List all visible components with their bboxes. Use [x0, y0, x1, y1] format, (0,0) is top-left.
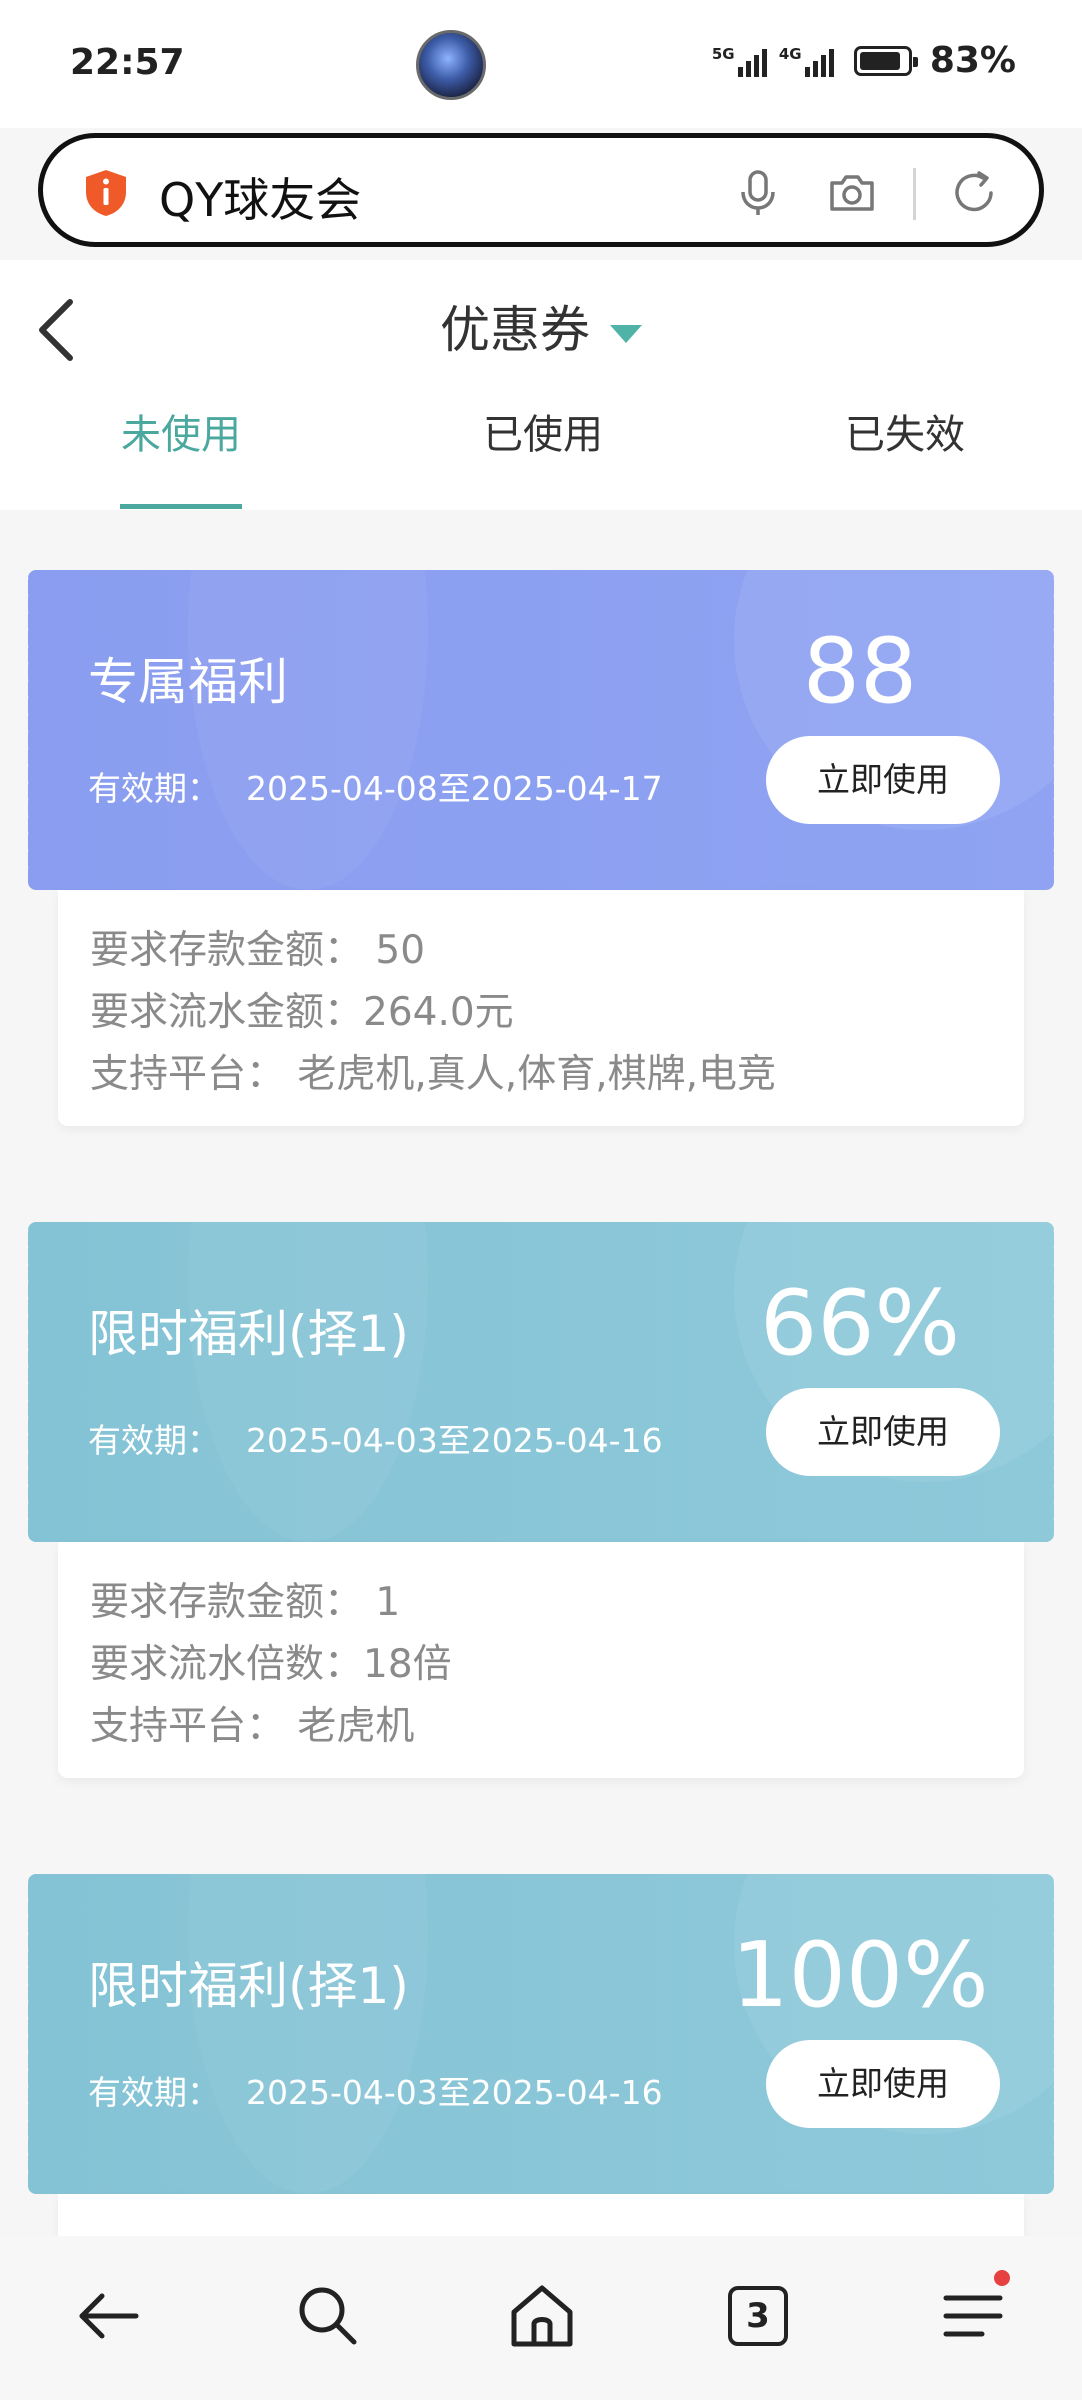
browser-bottom-nav: 3: [0, 2236, 1082, 2400]
microphone-icon[interactable]: [733, 168, 783, 218]
address-bar-divider: [913, 168, 916, 220]
tabs-button[interactable]: 3: [718, 2276, 798, 2356]
notification-dot: [994, 2270, 1010, 2286]
coupon-header: 专属福利 有效期： 2025-04-08至2025-04-17 88 立即使用: [28, 570, 1054, 890]
url-text[interactable]: QY球友会: [159, 164, 361, 230]
signal-5g-icon: 5G: [712, 45, 767, 77]
supported-platforms: 支持平台： 老虎机: [90, 1704, 415, 1749]
coupon-amount: 88: [802, 619, 918, 724]
coupon-title: 限时福利(择1): [88, 1957, 409, 2015]
coupon-amount: 66%: [759, 1271, 961, 1376]
page-title-dropdown[interactable]: 优惠券: [0, 290, 1082, 362]
notification-avatar-icon: [416, 30, 486, 100]
menu-button[interactable]: [934, 2270, 1014, 2356]
use-now-button[interactable]: 立即使用: [766, 2040, 1000, 2128]
menu-icon: [943, 2295, 1003, 2337]
required-turnover: 要求流水金额：264.0元: [90, 990, 514, 1035]
coupon-header: 限时福利(择1) 有效期： 2025-04-03至2025-04-16 66% 立…: [28, 1222, 1054, 1542]
required-deposit: 要求存款金额： 1: [90, 1580, 401, 1625]
home-icon[interactable]: [502, 2276, 582, 2356]
tab-used[interactable]: 已使用: [423, 400, 663, 470]
status-time: 22:57: [70, 42, 185, 83]
required-deposit: 要求存款金额： 50: [90, 928, 426, 973]
supported-platforms: 支持平台： 老虎机,真人,体育,棋牌,电竞: [90, 1052, 776, 1097]
coupon-card: 专属福利 有效期： 2025-04-08至2025-04-17 88 立即使用 要…: [28, 570, 1054, 1126]
caret-down-icon: [610, 324, 642, 343]
page: 22:57 5G 4G 83% QY球友会 优惠券 未使用 已使用 已失效 专属…: [0, 0, 1082, 2400]
battery-percent: 83%: [929, 40, 1016, 81]
page-header: 优惠券 未使用 已使用 已失效: [0, 260, 1082, 510]
signal-4g-icon: 4G: [779, 45, 834, 77]
refresh-icon[interactable]: [949, 168, 999, 218]
coupon-card: 限时福利(择1) 有效期： 2025-04-03至2025-04-16 100% …: [28, 1874, 1054, 2244]
coupon-validity: 有效期： 2025-04-03至2025-04-16: [88, 1421, 663, 1460]
coupon-details: 要求存款金额： 1 要求流水倍数：18倍 支持平台： 老虎机: [58, 1542, 1024, 1778]
tab-unused[interactable]: 未使用: [61, 400, 301, 470]
battery-icon: [853, 45, 918, 76]
tab-expired[interactable]: 已失效: [785, 400, 1025, 470]
camera-icon[interactable]: [827, 168, 877, 218]
required-turnover-multiplier: 要求流水倍数：18倍: [90, 1642, 452, 1687]
status-bar: 22:57 5G 4G 83%: [0, 0, 1082, 128]
use-now-button[interactable]: 立即使用: [766, 1388, 1000, 1476]
tab-count: 3: [728, 2286, 788, 2346]
address-bar[interactable]: QY球友会: [38, 133, 1044, 247]
coupon-title: 限时福利(择1): [88, 1305, 409, 1363]
coupon-details: 要求存款金额： 50 要求流水金额：264.0元 支持平台： 老虎机,真人,体育…: [58, 890, 1024, 1126]
coupon-validity: 有效期： 2025-04-03至2025-04-16: [88, 2073, 663, 2112]
coupon-title: 专属福利: [88, 653, 288, 711]
coupon-tabs: 未使用 已使用 已失效: [0, 400, 1082, 510]
nav-back-icon[interactable]: [68, 2276, 148, 2356]
coupon-card: 限时福利(择1) 有效期： 2025-04-03至2025-04-16 66% 立…: [28, 1222, 1054, 1778]
use-now-button[interactable]: 立即使用: [766, 736, 1000, 824]
coupon-validity: 有效期： 2025-04-08至2025-04-17: [88, 769, 663, 808]
security-shield-icon[interactable]: [83, 168, 129, 218]
active-tab-indicator: [120, 504, 242, 509]
coupon-amount: 100%: [731, 1923, 989, 2028]
search-icon[interactable]: [288, 2276, 368, 2356]
status-indicators: 5G 4G 83%: [712, 40, 1016, 81]
coupon-header: 限时福利(择1) 有效期： 2025-04-03至2025-04-16 100% …: [28, 1874, 1054, 2194]
page-title: 优惠券: [440, 301, 590, 359]
